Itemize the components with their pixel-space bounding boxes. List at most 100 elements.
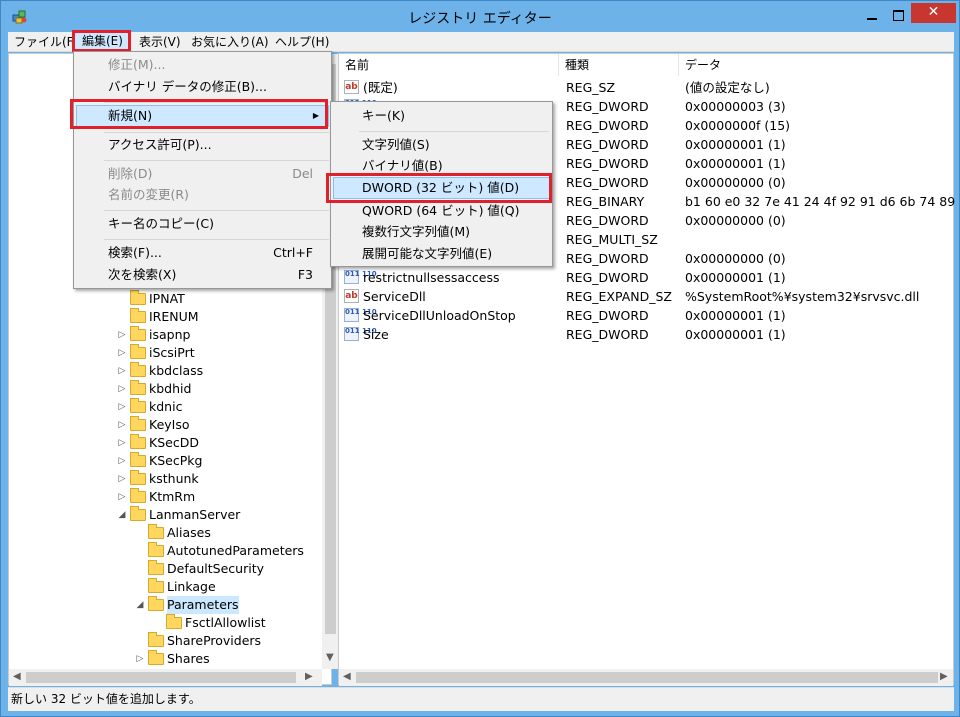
menu-view[interactable]: 表示(V) [135,34,185,50]
tree-item-label: KSecPkg [149,453,203,468]
close-button[interactable]: ✕ [911,3,956,23]
menu-item-permissions[interactable]: アクセス許可(P)... [108,134,212,156]
expand-icon[interactable]: ▷ [117,326,127,344]
expand-icon[interactable]: ▷ [117,434,127,452]
tree-item[interactable]: ▷ KtmRm [9,488,321,506]
menu-item-modify-binary[interactable]: バイナリ データの修正(B)... [108,76,267,98]
column-header-type[interactable]: 種類 [559,54,679,76]
string-value-icon: ab [344,80,359,94]
minimize-button[interactable] [859,5,885,25]
expand-icon[interactable]: ▷ [117,470,127,488]
scroll-left-icon[interactable]: ◀ [343,671,351,682]
tree-item[interactable]: Aliases [9,524,321,542]
menu-edit[interactable]: 編集(E) [78,33,127,49]
menu-separator [104,239,329,240]
expand-icon[interactable]: ▷ [135,650,145,668]
maximize-button[interactable] [885,5,911,25]
value-row[interactable]: ab ServiceDll REG_EXPAND_SZ %SystemRoot%¥sy… [339,287,955,306]
value-row[interactable]: ab (既定) REG_SZ (値の設定なし) [339,78,955,97]
expand-icon[interactable]: ▷ [117,452,127,470]
menu-item-copy-key-name[interactable]: キー名のコピー(C) [108,213,214,235]
scroll-right-icon[interactable]: ▶ [305,671,313,682]
value-type: REG_DWORD [566,99,649,114]
expand-icon[interactable]: ▷ [117,344,127,362]
submenu-item-string-value[interactable]: 文字列値(S) [362,134,430,156]
menu-item-find-next-label: 次を検索(X) [108,267,177,282]
submenu-item-expandable-string-value[interactable]: 展開可能な文字列値(E) [362,243,492,265]
tree-item-label: Linkage [167,579,216,594]
value-row[interactable]: 011 110 restrictnullsessaccess REG_DWORD 0x… [339,268,955,287]
tree-item[interactable]: ◢ LanmanServer [9,506,321,524]
expand-icon[interactable]: ▷ [117,488,127,506]
new-item-red-highlight [70,99,328,129]
tree-item[interactable]: AutotunedParameters [9,542,321,560]
menu-favorites[interactable]: お気に入り(A) [187,34,273,50]
collapse-icon[interactable]: ◢ [135,596,145,614]
expand-icon[interactable]: ▷ [117,398,127,416]
tree-item[interactable]: ▷ KSecDD [9,434,321,452]
tree-item[interactable]: ▷ KeyIso [9,416,321,434]
tree-item[interactable]: ShareProviders [9,632,321,650]
collapse-icon[interactable]: ◢ [117,506,127,524]
menu-edit-highlight[interactable]: 編集(E) [72,30,131,52]
value-name: Size [363,327,389,342]
submenu-item-qword-value[interactable]: QWORD (64 ビット) 値(Q) [362,200,520,222]
scroll-left-icon[interactable]: ◀ [13,671,21,682]
edit-menu: 修正(M)... バイナリ データの修正(B)... 新規(N) ▶ アクセス許… [73,51,332,289]
submenu-item-multi-string-value[interactable]: 複数行文字列値(M) [362,221,470,243]
value-type: REG_BINARY [566,194,645,209]
tree-item[interactable]: ▷ KSecPkg [9,452,321,470]
expand-icon[interactable]: ▷ [117,416,127,434]
tree-item[interactable]: IRENUM [9,308,321,326]
tree-item-label: IRENUM [149,309,199,324]
tree-item[interactable]: DefaultSecurity [9,560,321,578]
value-type: REG_DWORD [566,213,649,228]
tree-item[interactable]: FsctlAllowlist [9,614,321,632]
tree-item-label: iScsiPrt [149,345,195,360]
tree-item[interactable]: ▷ ksthunk [9,470,321,488]
menu-item-find[interactable]: 検索(F)... Ctrl+F [108,242,327,264]
submenu-item-key[interactable]: キー(K) [362,105,405,127]
value-data: 0x00000000 (0) [685,175,786,190]
value-data: 0x00000001 (1) [685,327,786,342]
binary-value-icon: 011 110 [344,327,377,341]
column-header-name[interactable]: 名前 [339,54,559,76]
folder-icon [148,542,164,557]
expand-icon[interactable]: ▷ [117,380,127,398]
folder-icon [148,560,164,575]
tree-item[interactable]: ▷ iScsiPrt [9,344,321,362]
value-row[interactable]: 011 110 Size REG_DWORD 0x00000001 (1) [339,325,955,344]
tree-item[interactable]: ▷ isapnp [9,326,321,344]
column-header-data[interactable]: データ [679,54,955,76]
tree-item[interactable]: ▷ kdnic [9,398,321,416]
scroll-down-icon[interactable]: ▼ [326,652,334,663]
tree-item-label: KSecDD [149,435,199,450]
folder-icon [148,524,164,539]
value-type: REG_DWORD [566,137,649,152]
scroll-right-icon[interactable]: ▶ [940,671,948,682]
list-horizontal-scrollbar[interactable]: ◀ ▶ [339,669,953,686]
expand-icon[interactable]: ▷ [117,362,127,380]
value-row[interactable]: 011 110 ServiceDllUnloadOnStop REG_DWORD 0x… [339,306,955,325]
menu-item-modify[interactable]: 修正(M)... [108,54,165,76]
menu-item-rename[interactable]: 名前の変更(R) [108,184,189,206]
tree-item[interactable]: Linkage [9,578,321,596]
folder-icon [130,488,146,503]
menu-bar: ファイル(F) 表示(V) お気に入り(A) ヘルプ(H) [8,32,954,52]
folder-icon [130,380,146,395]
tree-item[interactable]: ▷ Shares [9,650,321,668]
list-horizontal-scroll-thumb[interactable] [356,672,938,683]
menu-item-delete[interactable]: 削除(D) Del [108,163,327,185]
menu-item-find-next[interactable]: 次を検索(X) F3 [108,264,327,286]
tree-item[interactable]: ◢ Parameters [9,596,321,614]
tree-horizontal-scrollbar[interactable]: ◀ ▶ [9,669,322,686]
tree-item[interactable]: ▷ kbdhid [9,380,321,398]
tree-horizontal-scroll-thumb[interactable] [26,672,296,683]
tree-item-label: Shares [167,651,210,666]
tree-item[interactable]: ▷ kbdclass [9,362,321,380]
menu-separator [359,131,549,132]
menu-separator [104,132,329,133]
folder-icon [148,596,164,611]
tree-item[interactable]: IPNAT [9,290,321,308]
menu-help[interactable]: ヘルプ(H) [271,34,333,50]
